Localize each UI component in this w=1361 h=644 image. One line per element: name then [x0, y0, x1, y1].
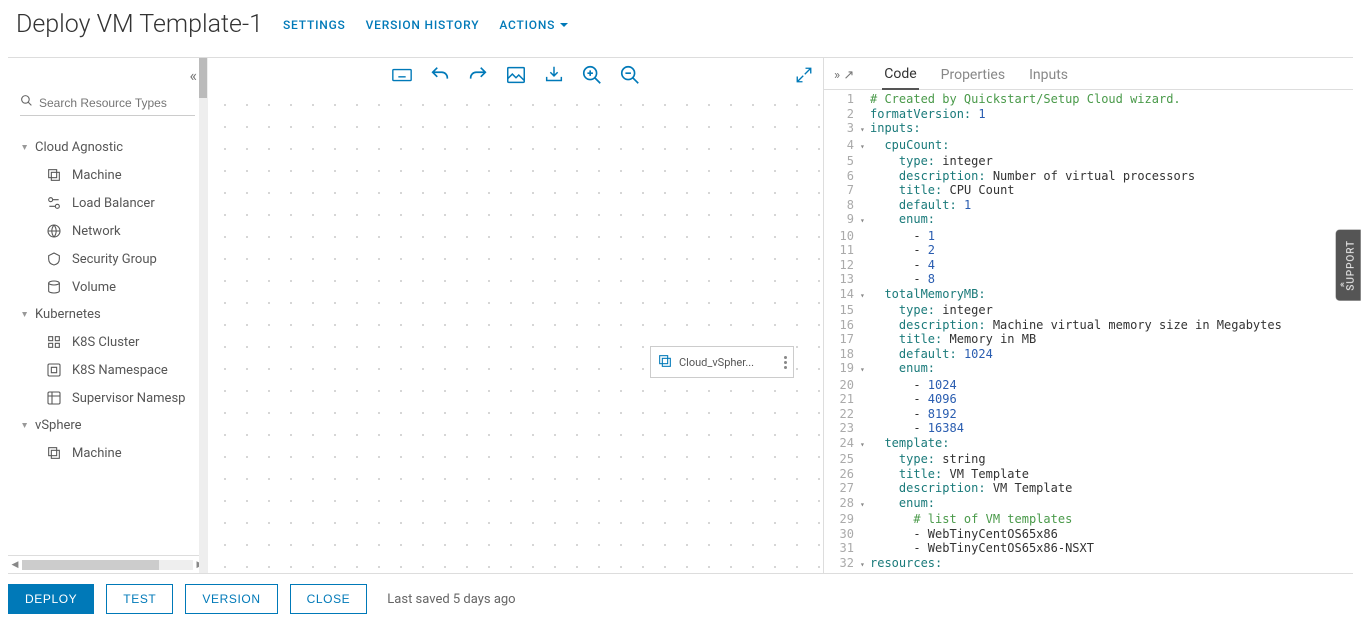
- image-icon[interactable]: [505, 64, 527, 86]
- tab-inputs[interactable]: Inputs: [1027, 63, 1070, 89]
- sidebar-item[interactable]: Machine: [14, 161, 207, 189]
- node-actions-icon[interactable]: [784, 356, 787, 369]
- sidebar-item[interactable]: Volume: [14, 273, 207, 301]
- code-line[interactable]: 15 type: integer: [824, 303, 1353, 318]
- code-line[interactable]: 4▾ cpuCount:: [824, 138, 1353, 155]
- zoom-in-icon[interactable]: [581, 64, 603, 86]
- code-line[interactable]: 7 title: CPU Count: [824, 183, 1353, 198]
- tab-properties[interactable]: Properties: [939, 63, 1007, 89]
- chevron-down-icon: ▸: [19, 312, 30, 317]
- code-line[interactable]: 17 title: Memory in MB: [824, 332, 1353, 347]
- expand-code-icon[interactable]: » ↗: [834, 68, 854, 83]
- redo-icon[interactable]: [467, 64, 489, 86]
- resource-icon: [46, 362, 62, 378]
- code-line[interactable]: 13 - 8: [824, 272, 1353, 287]
- sidebar-item[interactable]: Network: [14, 217, 207, 245]
- code-line[interactable]: 9▾ enum:: [824, 212, 1353, 229]
- canvas-toolbar: [208, 58, 823, 88]
- code-line[interactable]: 5 type: integer: [824, 154, 1353, 169]
- code-line[interactable]: 29 # list of VM templates: [824, 512, 1353, 527]
- resource-icon: [46, 390, 62, 406]
- code-line[interactable]: 31 - WebTinyCentOS65x86-NSXT: [824, 541, 1353, 556]
- settings-link[interactable]: SETTINGS: [283, 18, 346, 32]
- code-line[interactable]: 22 - 8192: [824, 407, 1353, 422]
- canvas-node[interactable]: Cloud_vSpher...: [650, 346, 794, 378]
- code-line[interactable]: 19▾ enum:: [824, 361, 1353, 378]
- undo-icon[interactable]: [429, 64, 451, 86]
- version-button[interactable]: VERSION: [185, 584, 277, 614]
- search-input[interactable]: [39, 96, 195, 110]
- resource-tree: ▸Cloud AgnosticMachineLoad BalancerNetwo…: [8, 126, 207, 555]
- code-line[interactable]: 1# Created by Quickstart/Setup Cloud wiz…: [824, 92, 1353, 107]
- code-line[interactable]: 26 title: VM Template: [824, 467, 1353, 482]
- code-line[interactable]: 8 default: 1: [824, 198, 1353, 213]
- sidebar-hscroll[interactable]: ◀▶: [8, 555, 207, 573]
- code-line[interactable]: 33▾ Cloud_vSphere_Machine_1:: [824, 572, 1353, 573]
- resource-icon: [46, 251, 62, 267]
- sidebar-item[interactable]: K8S Cluster: [14, 328, 207, 356]
- expand-canvas-icon[interactable]: [795, 66, 813, 88]
- sidebar-vscroll[interactable]: [199, 58, 207, 573]
- close-button[interactable]: CLOSE: [290, 584, 368, 614]
- actions-dropdown[interactable]: ACTIONS: [499, 18, 568, 32]
- fit-icon[interactable]: [543, 64, 565, 86]
- code-line[interactable]: 27 description: VM Template: [824, 481, 1353, 496]
- code-editor[interactable]: 1# Created by Quickstart/Setup Cloud wiz…: [824, 90, 1353, 573]
- sidebar-group[interactable]: ▸vSphere: [14, 412, 207, 439]
- collapse-sidebar-icon[interactable]: «: [189, 66, 197, 85]
- sidebar-item[interactable]: Machine: [14, 439, 207, 467]
- code-line[interactable]: 32▾resources:: [824, 556, 1353, 573]
- save-status: Last saved 5 days ago: [387, 592, 515, 607]
- code-line[interactable]: 10 - 1: [824, 229, 1353, 244]
- keyboard-icon[interactable]: [391, 64, 413, 86]
- code-line[interactable]: 20 - 1024: [824, 378, 1353, 393]
- code-line[interactable]: 28▾ enum:: [824, 496, 1353, 513]
- page-title: Deploy VM Template-1: [16, 10, 263, 39]
- support-tab[interactable]: SUPPORT: [1336, 230, 1361, 301]
- zoom-out-icon[interactable]: [619, 64, 641, 86]
- code-line[interactable]: 21 - 4096: [824, 392, 1353, 407]
- resource-icon: [46, 167, 62, 183]
- chevron-down-icon: ▸: [19, 145, 30, 150]
- code-line[interactable]: 25 type: string: [824, 452, 1353, 467]
- sidebar-item[interactable]: Security Group: [14, 245, 207, 273]
- deploy-button[interactable]: DEPLOY: [8, 584, 94, 614]
- code-line[interactable]: 14▾ totalMemoryMB:: [824, 287, 1353, 304]
- design-canvas[interactable]: Cloud_vSpher...: [208, 88, 823, 573]
- search-icon: [20, 94, 33, 111]
- node-label: Cloud_vSpher...: [679, 356, 754, 369]
- tab-code[interactable]: Code: [882, 62, 918, 90]
- code-line[interactable]: 30 - WebTinyCentOS65x86: [824, 527, 1353, 542]
- code-line[interactable]: 18 default: 1024: [824, 347, 1353, 362]
- code-line[interactable]: 2formatVersion: 1: [824, 107, 1353, 122]
- sidebar-item[interactable]: K8S Namespace: [14, 356, 207, 384]
- chevron-down-icon: ▸: [19, 423, 30, 428]
- sidebar-item[interactable]: Load Balancer: [14, 189, 207, 217]
- resource-icon: [46, 334, 62, 350]
- test-button[interactable]: TEST: [106, 584, 173, 614]
- version-history-link[interactable]: VERSION HISTORY: [366, 18, 480, 32]
- search-input-wrap: [20, 94, 195, 116]
- code-line[interactable]: 16 description: Machine virtual memory s…: [824, 318, 1353, 333]
- sidebar-group[interactable]: ▸Cloud Agnostic: [14, 134, 207, 161]
- code-line[interactable]: 12 - 4: [824, 258, 1353, 273]
- machine-icon: [657, 353, 673, 372]
- code-line[interactable]: 11 - 2: [824, 243, 1353, 258]
- resource-icon: [46, 279, 62, 295]
- canvas-panel: Cloud_vSpher...: [208, 58, 823, 573]
- resource-sidebar: « ▸Cloud AgnosticMachineLoad BalancerNet…: [8, 58, 208, 573]
- resource-icon: [46, 195, 62, 211]
- sidebar-group[interactable]: ▸Kubernetes: [14, 301, 207, 328]
- code-line[interactable]: 23 - 16384: [824, 421, 1353, 436]
- code-panel: » ↗ Code Properties Inputs 1# Created by…: [823, 58, 1353, 573]
- code-line[interactable]: 6 description: Number of virtual process…: [824, 169, 1353, 184]
- code-line[interactable]: 24▾ template:: [824, 436, 1353, 453]
- resource-icon: [46, 223, 62, 239]
- code-line[interactable]: 3▾inputs:: [824, 121, 1353, 138]
- resource-icon: [46, 445, 62, 461]
- sidebar-item[interactable]: Supervisor Namesp: [14, 384, 207, 412]
